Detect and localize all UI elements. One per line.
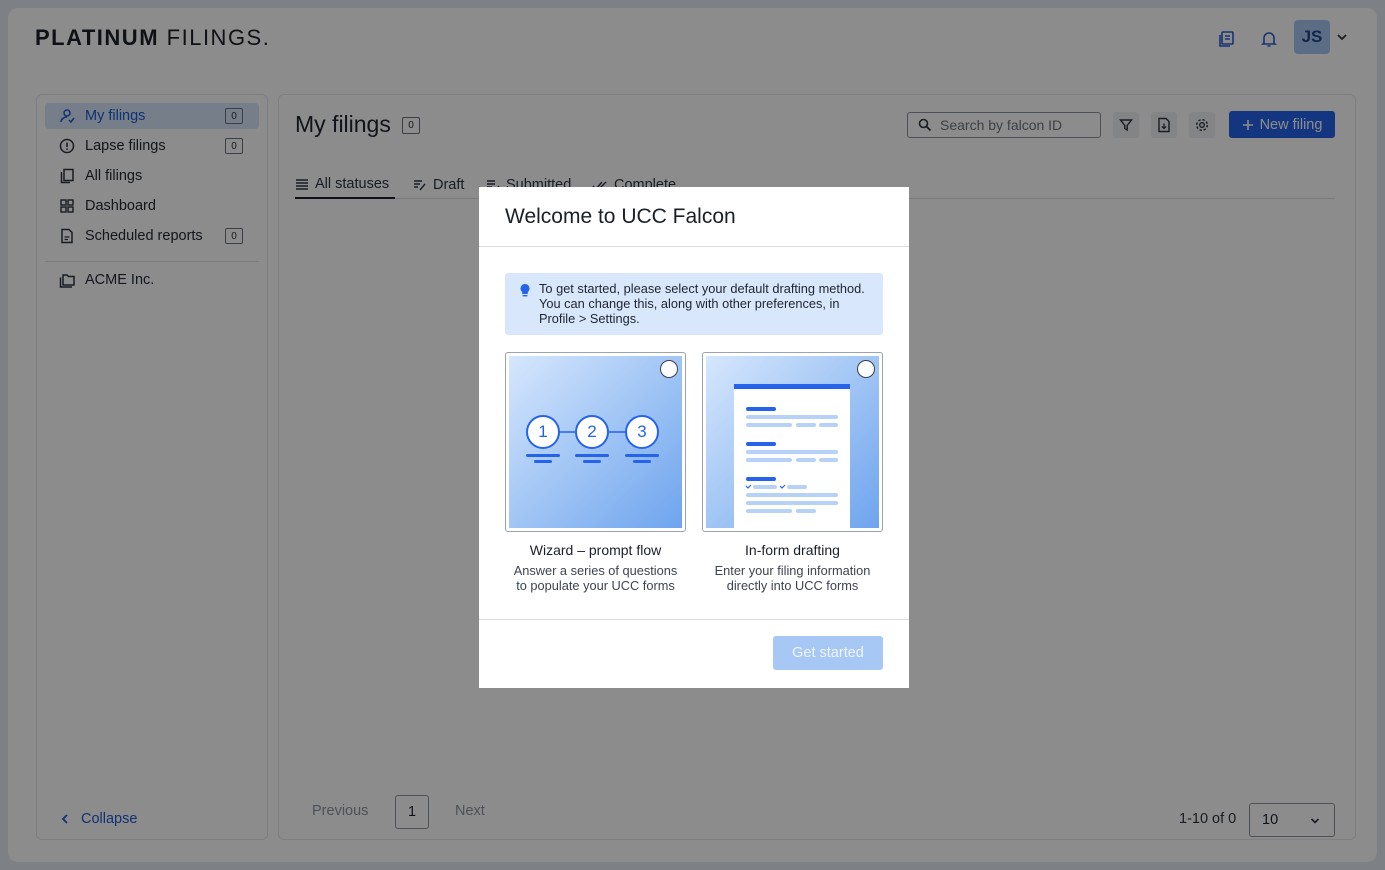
wizard-desc-line-2: to populate your UCC forms (516, 578, 675, 593)
inform-desc-line-2: directly into UCC forms (726, 578, 859, 593)
inform-option-title: In-form drafting (745, 542, 840, 558)
modal-divider (479, 619, 909, 620)
inform-illustration (706, 356, 879, 528)
step-3-label: 3 (637, 422, 647, 441)
steps-illustration-icon (526, 415, 659, 463)
info-banner: To get started, please select your defau… (505, 273, 883, 335)
inform-option-desc: Enter your filing information directly i… (702, 563, 883, 593)
inform-radio[interactable] (857, 360, 875, 378)
step-1-label: 1 (538, 422, 548, 441)
welcome-modal: Welcome to UCC Falcon To get started, pl… (479, 187, 909, 688)
modal-divider (479, 246, 909, 247)
wizard-option-card[interactable]: 1 2 3 (505, 352, 686, 532)
form-illustration-icon (734, 384, 850, 528)
wizard-option-title: Wizard – prompt flow (529, 542, 662, 558)
step-2-label: 2 (587, 422, 597, 441)
wizard-illustration: 1 2 3 (509, 356, 682, 528)
modal-title: Welcome to UCC Falcon (505, 205, 736, 228)
inform-option-card[interactable] (702, 352, 883, 532)
lightbulb-icon (520, 284, 530, 297)
wizard-option-desc: Answer a series of questions to populate… (505, 563, 686, 593)
inform-desc-line-1: Enter your filing information (714, 563, 871, 578)
info-text: To get started, please select your defau… (539, 281, 865, 326)
wizard-desc-line-1: Answer a series of questions (513, 563, 678, 578)
get-started-button[interactable]: Get started (773, 636, 883, 670)
